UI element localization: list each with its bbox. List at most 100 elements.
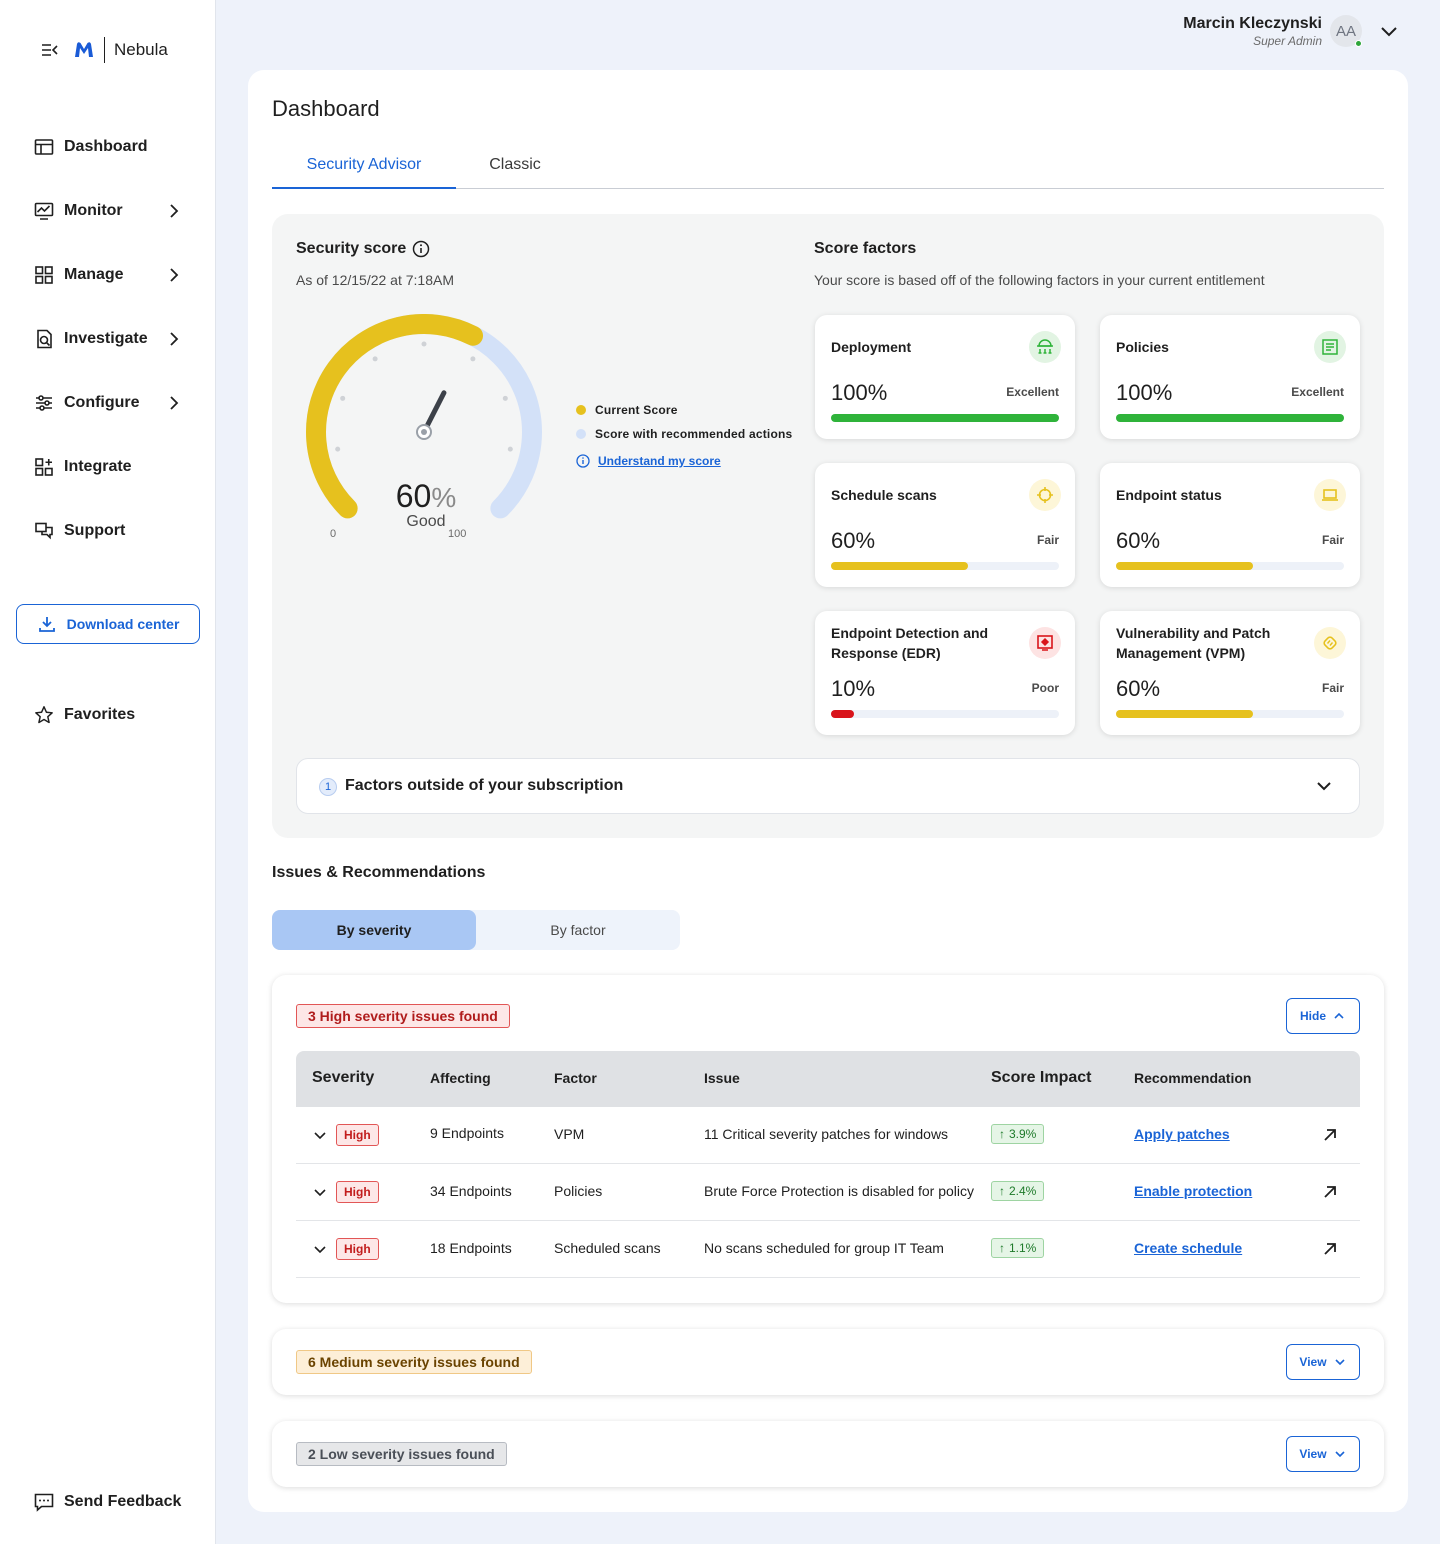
factor-percent: 100% [831, 380, 888, 405]
gauge-value: 60% Good [366, 478, 486, 531]
sidebar-item-label: Support [64, 522, 126, 539]
factor-progress-bar [831, 710, 1059, 718]
user-info: Marcin Kleczynski Super Admin [1183, 14, 1322, 48]
sidebar-item-configure[interactable]: Configure [34, 389, 194, 417]
factor-percent: 60% [1116, 676, 1161, 701]
col-recommendation: Recommendation [1134, 1070, 1252, 1086]
factor-card-deployment[interactable]: Deployment 100% Excellent [815, 315, 1075, 439]
download-center-button[interactable]: Download center [16, 604, 200, 644]
external-link-icon[interactable] [1320, 1125, 1340, 1145]
factor-progress-fill [1116, 710, 1253, 718]
security-score-title: Security score [296, 240, 430, 258]
table-row[interactable]: High 9 Endpoints VPM 11 Critical severit… [296, 1107, 1360, 1164]
understand-score-link[interactable]: Understand my score [576, 454, 792, 468]
brand-name: Nebula [114, 40, 168, 59]
security-score-panel: Security score As of 12/15/22 at 7:18AM … [272, 214, 1384, 838]
user-menu[interactable]: Marcin Kleczynski Super Admin AA [1183, 14, 1400, 48]
sidebar-item-investigate[interactable]: Investigate [34, 325, 194, 353]
low-severity-tag: 2 Low severity issues found [296, 1442, 507, 1466]
factor-status: Fair [1036, 533, 1059, 547]
factor-card-policies[interactable]: Policies 100% Excellent [1100, 315, 1360, 439]
factor-progress-bar [1116, 562, 1344, 570]
tab-security-advisor[interactable]: Security Advisor [272, 156, 456, 189]
sidebar-item-monitor[interactable]: Monitor [34, 197, 194, 225]
sidebar-item-favorites[interactable]: Favorites [34, 701, 194, 729]
chevron-down-icon [1333, 1355, 1347, 1369]
user-role: Super Admin [1253, 34, 1322, 48]
laptop-icon [1314, 479, 1346, 511]
table-row[interactable]: High 34 Endpoints Policies Brute Force P… [296, 1164, 1360, 1221]
score-timestamp: As of 12/15/22 at 7:18AM [296, 272, 454, 288]
gauge-min-label: 0 [330, 528, 337, 540]
factor-card-vpm[interactable]: Vulnerability and Patch Management (VPM)… [1100, 611, 1360, 735]
cell-factor: Policies [554, 1183, 603, 1199]
gauge-tick-dot [470, 356, 476, 362]
info-icon[interactable] [412, 240, 430, 258]
integrate-icon [34, 457, 54, 477]
factor-progress-fill [831, 710, 854, 718]
factor-name: Deployment [831, 339, 912, 355]
severity-badge: High [336, 1181, 379, 1203]
collapse-menu-icon[interactable] [40, 40, 60, 60]
chevron-right-icon [164, 393, 184, 413]
external-link-icon[interactable] [1320, 1239, 1340, 1259]
sidebar-item-label: Configure [64, 394, 140, 411]
legend-recommended-label: Score with recommended actions [595, 427, 793, 441]
recommendation-link[interactable]: Create schedule [1134, 1240, 1242, 1256]
sidebar-item-manage[interactable]: Manage [34, 261, 194, 289]
table-row[interactable]: High 18 Endpoints Scheduled scans No sca… [296, 1221, 1360, 1278]
view-button[interactable]: View [1286, 1344, 1360, 1380]
edr-icon [1029, 627, 1061, 659]
sidebar-item-support[interactable]: Support [34, 517, 194, 545]
understand-score-label: Understand my score [598, 454, 721, 468]
expand-row-icon[interactable] [312, 1127, 328, 1143]
sidebar-item-label: Investigate [64, 330, 148, 347]
send-feedback-button[interactable]: Send Feedback [34, 1492, 181, 1512]
tab-bar: Security Advisor Classic [272, 152, 1384, 189]
view-button[interactable]: View [1286, 1436, 1360, 1472]
sidebar-item-dashboard[interactable]: Dashboard [34, 133, 194, 161]
sidebar-item-label: Favorites [64, 706, 136, 723]
send-feedback-label: Send Feedback [64, 1493, 182, 1510]
malwarebytes-logo-icon [72, 38, 96, 62]
arrow-up-icon: ↑ [999, 1184, 1005, 1198]
page-title: Dashboard [272, 96, 380, 121]
expand-row-icon[interactable] [312, 1184, 328, 1200]
segment-by-factor[interactable]: By factor [476, 910, 680, 950]
factor-name: Policies [1116, 339, 1169, 355]
view-button-label: View [1299, 1447, 1327, 1461]
recommendation-link[interactable]: Enable protection [1134, 1183, 1252, 1199]
cell-affecting: 9 Endpoints [430, 1125, 504, 1141]
monitor-icon [34, 201, 54, 221]
factors-outside-subscription[interactable]: 1 Factors outside of your subscription [296, 758, 1360, 814]
factor-progress-bar [1116, 414, 1344, 422]
factor-name: Endpoint Detection and Response (EDR) [831, 625, 989, 661]
hide-button[interactable]: Hide [1286, 998, 1360, 1034]
gauge-tick-dot [372, 356, 378, 362]
sidebar-item-label: Integrate [64, 458, 132, 475]
tab-classic[interactable]: Classic [456, 156, 574, 189]
factor-card-endpoint-status[interactable]: Endpoint status 60% Fair [1100, 463, 1360, 587]
external-link-icon[interactable] [1320, 1182, 1340, 1202]
crosshair-icon [1029, 479, 1061, 511]
chevron-down-icon[interactable] [1313, 775, 1335, 797]
gauge-tick-dot [502, 395, 508, 401]
download-center-label: Download center [66, 616, 180, 632]
expand-row-icon[interactable] [312, 1241, 328, 1257]
online-status-dot [1355, 40, 1362, 47]
factor-progress-bar [831, 562, 1059, 570]
medium-severity-card: 6 Medium severity issues found View [272, 1329, 1384, 1395]
arrow-up-icon: ↑ [999, 1241, 1005, 1255]
factor-card-edr[interactable]: Endpoint Detection and Response (EDR) 10… [815, 611, 1075, 735]
factor-card-schedule-scans[interactable]: Schedule scans 60% Fair [815, 463, 1075, 587]
factor-progress-fill [831, 414, 1059, 422]
avatar[interactable]: AA [1330, 15, 1362, 47]
low-severity-card: 2 Low severity issues found View [272, 1421, 1384, 1487]
gauge-tick-dot [335, 446, 341, 452]
chevron-down-icon[interactable] [1378, 20, 1400, 42]
manage-icon [34, 265, 54, 285]
recommendation-link[interactable]: Apply patches [1134, 1126, 1230, 1142]
segment-by-severity[interactable]: By severity [272, 910, 476, 950]
sidebar-item-integrate[interactable]: Integrate [34, 453, 194, 481]
gauge-needle-center [421, 429, 427, 435]
